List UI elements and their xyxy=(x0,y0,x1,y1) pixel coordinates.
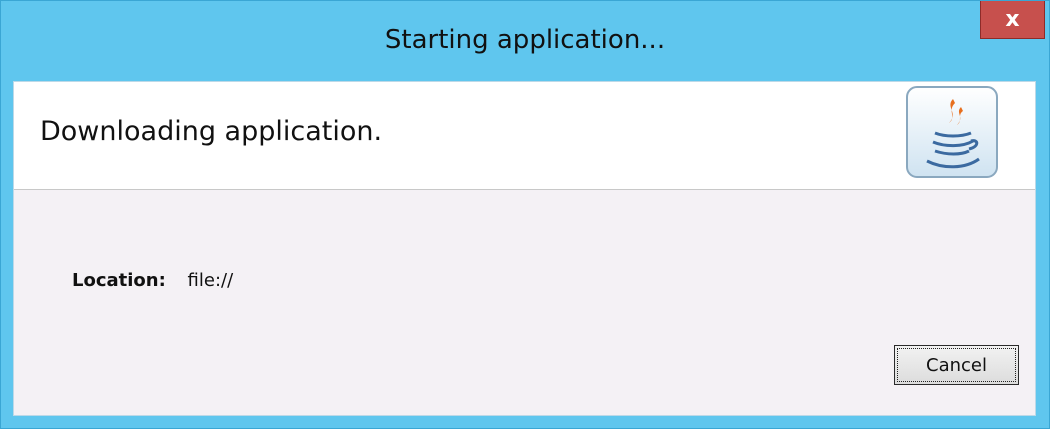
cancel-button[interactable]: Cancel xyxy=(894,345,1019,385)
location-label: Location: xyxy=(72,270,166,291)
java-logo-icon xyxy=(906,86,998,178)
cancel-button-label: Cancel xyxy=(897,348,1016,382)
starting-application-dialog: Starting application... x Downloading ap… xyxy=(0,0,1050,429)
title-bar[interactable]: Starting application... xyxy=(1,1,1049,81)
close-button[interactable]: x xyxy=(980,1,1045,39)
location-value: file:// xyxy=(187,270,234,291)
header-panel: Downloading application. xyxy=(14,82,1035,190)
close-icon: x xyxy=(1005,6,1020,32)
dialog-body: Downloading application. Location: file:… xyxy=(13,81,1036,416)
window-title: Starting application... xyxy=(384,25,666,55)
location-row: Location: file:// xyxy=(72,270,233,291)
status-heading: Downloading application. xyxy=(40,116,383,147)
